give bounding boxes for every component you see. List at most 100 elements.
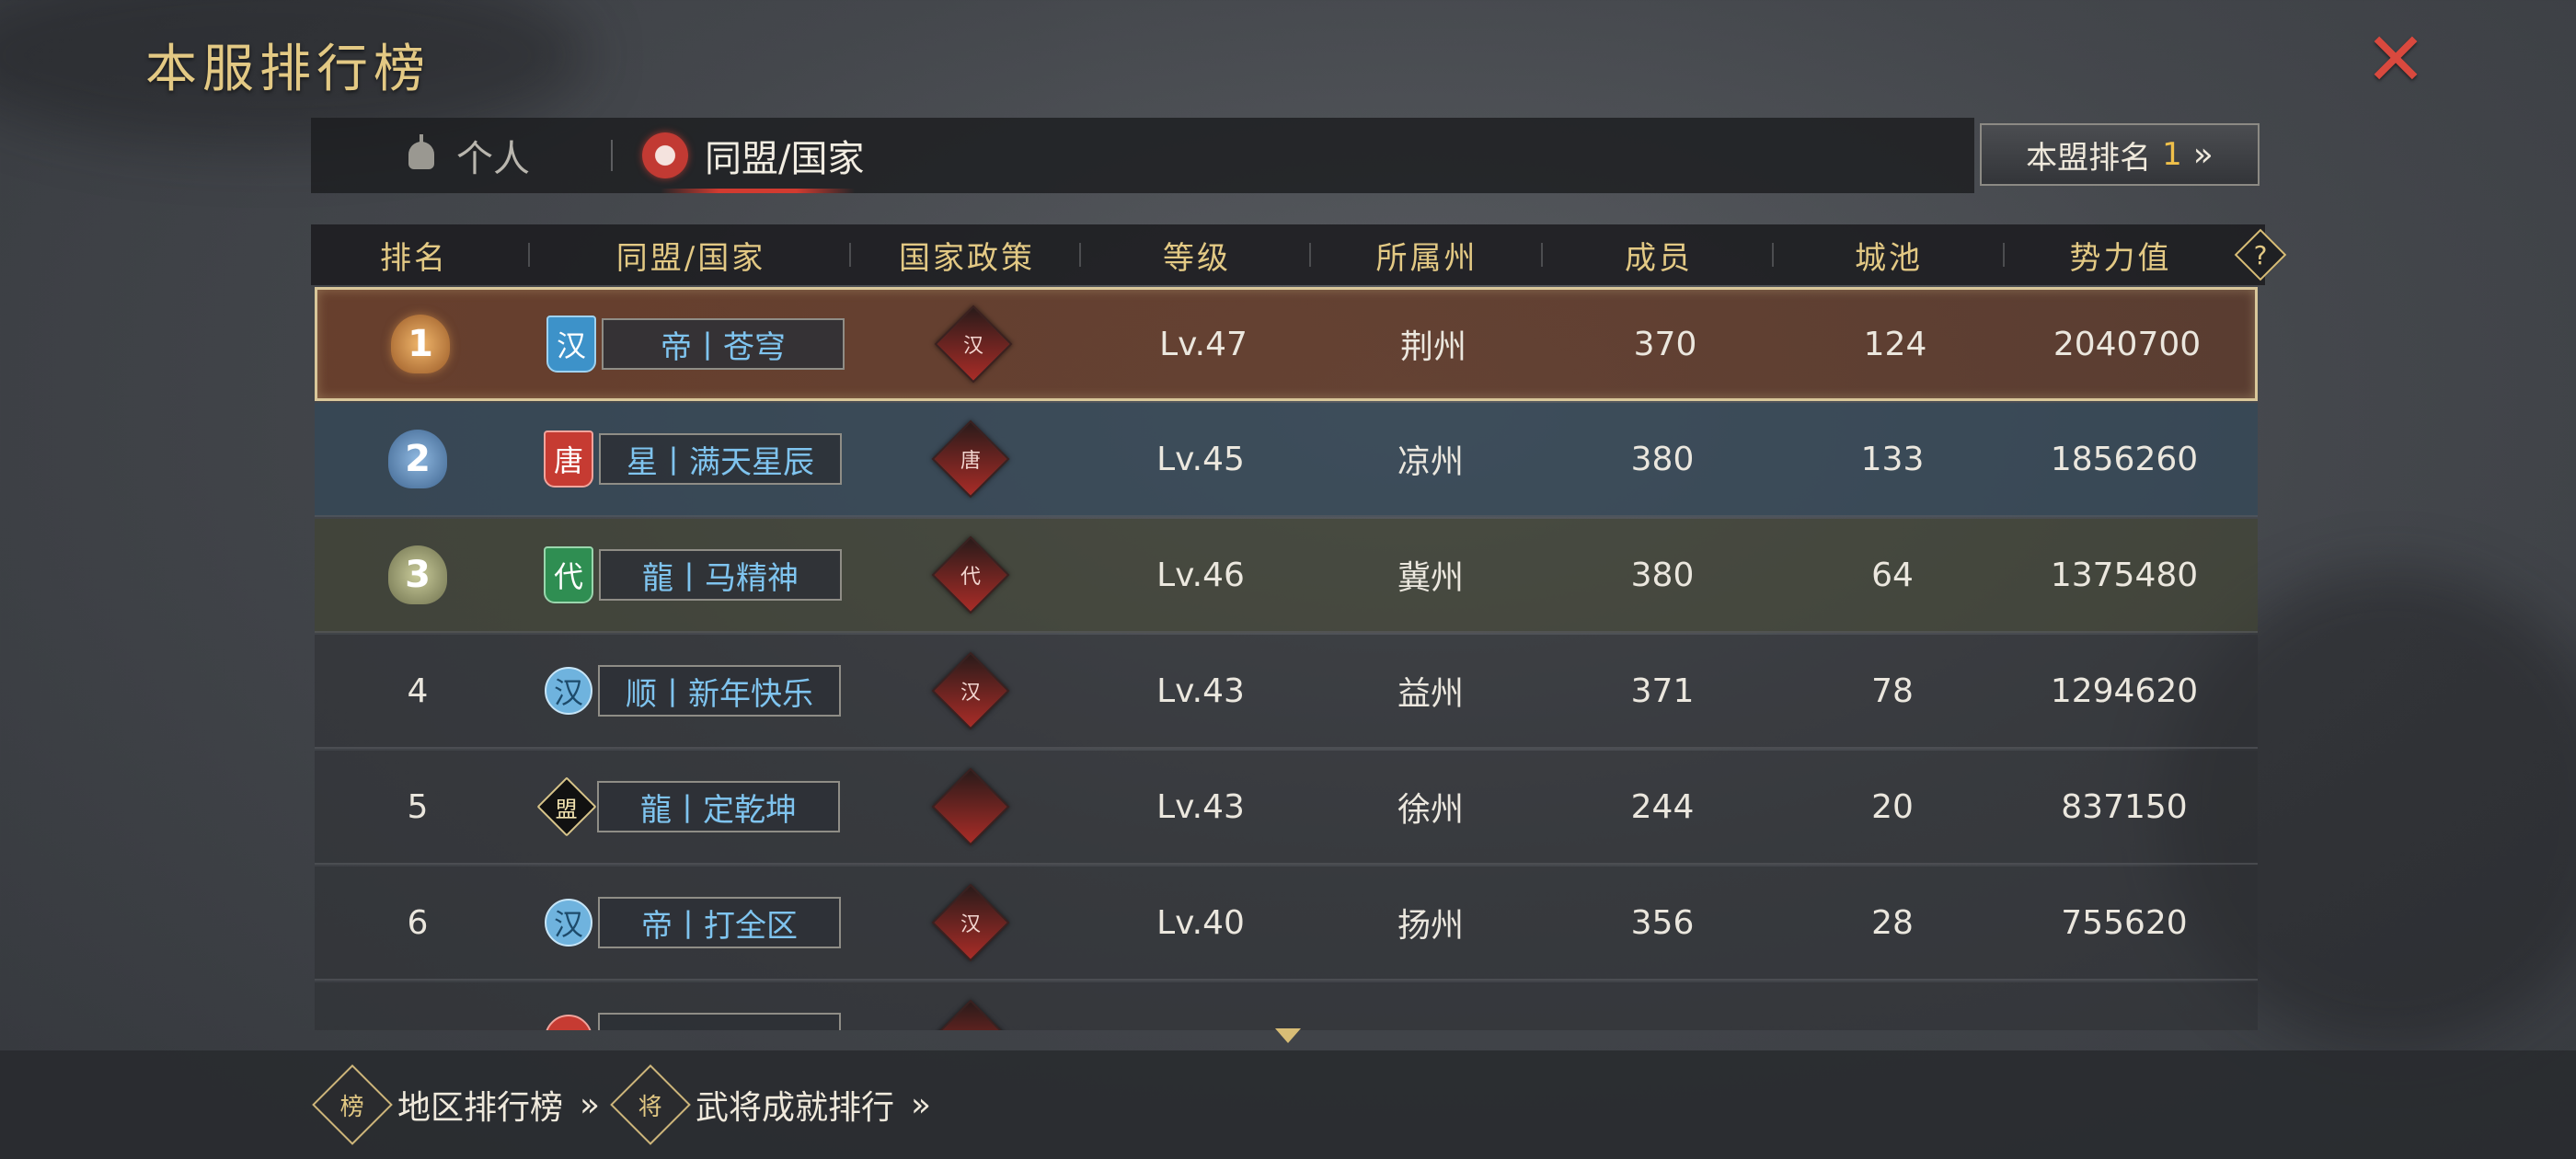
power-value: 1294620 (2050, 671, 2199, 710)
country-flag-icon: 汉 (545, 667, 592, 715)
alliance-name-clipped[interactable] (598, 1013, 841, 1030)
level-value: Lv.46 (1156, 556, 1245, 594)
cities-value: 28 (1871, 903, 1914, 942)
alliance-name[interactable]: 龍丨定乾坤 (597, 781, 840, 832)
tab-label: 个人 (456, 138, 530, 180)
footer-bar: 榜 地区排行榜 » 将 武将成就排行 » (0, 1050, 2576, 1159)
column-header-policy: 国家政策 (899, 239, 1035, 277)
policy-icon[interactable]: 汉 (931, 883, 1010, 962)
alliance-cell: 盟 龍丨定乾坤 (532, 751, 854, 863)
helmet-icon (403, 134, 440, 177)
cities-value: 20 (1871, 787, 1914, 826)
cities-value: 124 (1863, 325, 1927, 363)
flag-text: 盟 (556, 796, 578, 822)
alliance-emblem-icon (642, 132, 688, 178)
policy-text: 汉 (960, 681, 982, 705)
policy-cell (856, 751, 1086, 863)
regional-ranking-link[interactable]: 榜 地区排行榜 » (312, 1064, 601, 1145)
general-ranking-label: 武将成就排行 (696, 1089, 895, 1127)
province-value: 扬州 (1397, 907, 1464, 945)
policy-text: 汉 (962, 334, 984, 358)
table-row[interactable]: 5 盟 龍丨定乾坤 Lv.43 徐州 244 20 837150 (315, 751, 2258, 865)
province-value: 徐州 (1397, 791, 1464, 829)
column-divider (1309, 243, 1311, 267)
flag-text: 汉 (556, 328, 586, 363)
policy-icon[interactable]: 代 (931, 535, 1010, 614)
close-icon[interactable]: ✕ (2355, 23, 2436, 97)
table-row[interactable]: 3 代 龍丨马精神 代 Lv.46 冀州 380 64 1375480 (315, 519, 2258, 633)
policy-cell: 汉 (856, 866, 1086, 979)
alliance-rank-button[interactable]: 本盟排名 1 » (1980, 123, 2260, 186)
general-ranking-link[interactable]: 将 武将成就排行 » (610, 1064, 931, 1145)
members-value: 356 (1630, 903, 1695, 942)
gold-medal-icon: 1 (391, 315, 450, 373)
help-label: ? (2253, 239, 2268, 270)
regional-ranking-label: 地区排行榜 (397, 1089, 564, 1127)
chevron-right-icon: » (580, 1085, 601, 1124)
table-row[interactable]: 2 唐 星丨满天星辰 唐 Lv.45 凉州 380 133 1856260 (315, 403, 2258, 517)
power-value: 755620 (2061, 903, 2188, 942)
policy-icon[interactable] (931, 999, 1010, 1030)
policy-icon[interactable] (931, 767, 1010, 846)
policy-icon[interactable]: 汉 (931, 651, 1010, 730)
country-flag-icon: 汉 (546, 316, 596, 373)
column-header-alliance: 同盟/国家 (615, 239, 766, 277)
cities-value: 133 (1860, 440, 1925, 478)
silver-medal-icon: 2 (388, 430, 447, 488)
alliance-rank-value: 1 (2162, 136, 2182, 173)
chevron-right-icon: » (2192, 135, 2214, 174)
country-flag-icon: 汉 (545, 899, 592, 947)
country-flag-icon: 唐 (544, 430, 593, 488)
column-divider (1541, 243, 1543, 267)
members-value: 370 (1633, 325, 1697, 363)
province-value: 冀州 (1397, 559, 1464, 597)
policy-text: 代 (960, 565, 982, 589)
column-header-members: 成员 (1625, 239, 1693, 277)
level-value: Lv.43 (1156, 671, 1245, 710)
table-row[interactable]: 1 汉 帝丨苍穹 汉 Lv.47 荆州 370 124 2040700 (315, 287, 2258, 401)
members-value: 380 (1630, 556, 1695, 594)
table-row[interactable]: 4 汉 顺丨新年快乐 汉 Lv.43 益州 371 78 1294620 (315, 635, 2258, 749)
level-value: Lv.43 (1156, 787, 1245, 826)
table-row[interactable]: 6 汉 帝丨打全区 汉 Lv.40 扬州 356 28 755620 (315, 866, 2258, 981)
policy-text: 唐 (960, 449, 982, 473)
alliance-name[interactable]: 龍丨马精神 (599, 549, 842, 601)
tab-alliance-country[interactable]: 同盟/国家 (642, 118, 864, 193)
cities-value: 78 (1871, 671, 1914, 710)
flag-text: 汉 (553, 675, 583, 710)
rank-cell: 1 (317, 290, 523, 398)
flag-text: 唐 (553, 443, 583, 478)
regional-ranking-icon-text: 榜 (339, 1093, 365, 1121)
tab-personal[interactable]: 个人 (403, 118, 530, 193)
power-value: 1856260 (2050, 440, 2199, 478)
alliance-name[interactable]: 帝丨苍穹 (602, 318, 845, 370)
alliance-rank-label: 本盟排名 (2026, 139, 2152, 177)
regional-ranking-icon: 榜 (312, 1064, 393, 1145)
province-value: 凉州 (1397, 443, 1464, 481)
members-value: 371 (1630, 671, 1695, 710)
policy-cell (856, 982, 1086, 1030)
table-row-partial[interactable] (315, 982, 2258, 1030)
rank-number: 2 (405, 438, 431, 480)
alliance-name[interactable]: 星丨满天星辰 (599, 433, 842, 485)
alliance-badge-icon: 盟 (536, 776, 597, 837)
alliance-cell (532, 982, 854, 1030)
scroll-down-icon[interactable] (1275, 1028, 1301, 1043)
rank-number: 1 (408, 323, 433, 365)
alliance-name[interactable]: 顺丨新年快乐 (598, 665, 841, 717)
policy-icon[interactable]: 唐 (931, 419, 1010, 499)
rank-number: 3 (405, 554, 431, 596)
power-value: 837150 (2061, 787, 2188, 826)
column-header-cities: 城池 (1855, 239, 1923, 277)
table-header: 排名 同盟/国家 国家政策 等级 所属州 成员 城池 势力值 (311, 224, 2265, 285)
column-divider (2003, 243, 2005, 267)
policy-icon[interactable]: 汉 (934, 304, 1013, 384)
policy-cell: 代 (856, 519, 1086, 631)
page-title: 本服排行榜 (145, 40, 431, 99)
country-flag-icon (545, 1015, 592, 1030)
tab-bar: 个人 同盟/国家 (311, 118, 1974, 193)
alliance-name[interactable]: 帝丨打全区 (598, 897, 841, 948)
level-value: Lv.45 (1156, 440, 1245, 478)
general-ranking-icon: 将 (610, 1064, 691, 1145)
members-value: 244 (1630, 787, 1695, 826)
